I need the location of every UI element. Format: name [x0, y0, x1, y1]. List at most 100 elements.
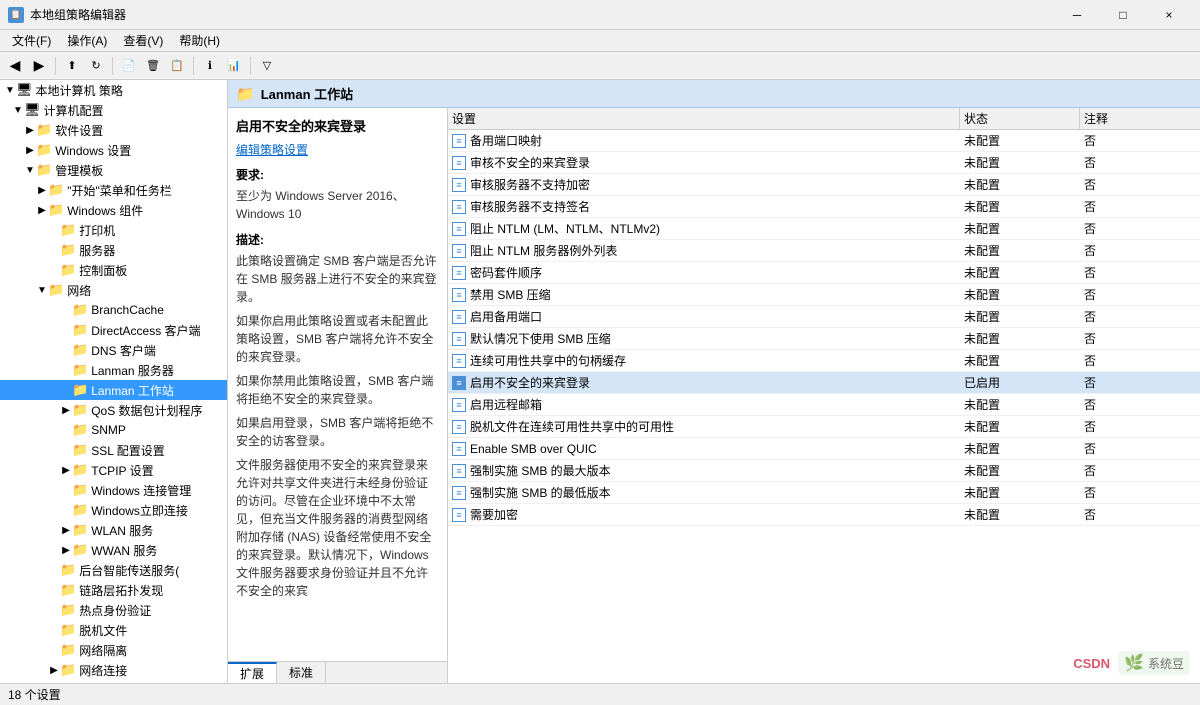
- tree-win-instant[interactable]: 📁 Windows立即连接: [0, 500, 227, 520]
- tree-link-layer[interactable]: 📁 链路层拓扑发现: [0, 580, 227, 600]
- row-3-name: ≡ 审核服务器不支持签名: [448, 198, 960, 215]
- main-container: ▼ 🖥 本地计算机 策略 ▼ 🖥 计算机配置 ▶ 📁 软件设置 ▶ 📁 Wind…: [0, 80, 1200, 705]
- tree-network-conn[interactable]: ▶ 📁 网络连接: [0, 660, 227, 680]
- title-bar-controls[interactable]: ─ □ ×: [1054, 0, 1192, 30]
- settings-row-14[interactable]: ≡ Enable SMB over QUIC 未配置 否: [448, 438, 1200, 460]
- desc-policy-link[interactable]: 编辑策略设置: [236, 143, 308, 157]
- tree-admin-templates[interactable]: ▼ 📁 管理模板: [0, 160, 227, 180]
- menu-help[interactable]: 帮助(H): [171, 30, 228, 51]
- tree-dns-label: DNS 客户端: [91, 342, 156, 359]
- settings-row-3[interactable]: ≡ 审核服务器不支持签名 未配置 否: [448, 196, 1200, 218]
- wcon-arrow: [60, 485, 72, 496]
- settings-row-17[interactable]: ≡ 需要加密 未配置 否: [448, 504, 1200, 526]
- tree-directaccess[interactable]: 📁 DirectAccess 客户端: [0, 320, 227, 340]
- tree-computer-config[interactable]: ▼ 🖥 计算机配置: [0, 100, 227, 120]
- tree-snmp-label: SNMP: [91, 423, 126, 437]
- row-1-note: 否: [1080, 154, 1200, 171]
- minimize-button[interactable]: ─: [1054, 0, 1100, 30]
- tree-hotspot[interactable]: 📁 热点身份验证: [0, 600, 227, 620]
- toolbar-btn-5[interactable]: 📋: [166, 55, 188, 77]
- col-header-status[interactable]: 状态: [960, 108, 1080, 129]
- row-2-icon: ≡: [452, 178, 466, 192]
- tree-snmp[interactable]: 📁 SNMP: [0, 420, 227, 440]
- tab-standard[interactable]: 标准: [277, 662, 326, 683]
- tree-offline[interactable]: 📁 脱机文件: [0, 620, 227, 640]
- menu-bar: 文件(F) 操作(A) 查看(V) 帮助(H): [0, 30, 1200, 52]
- tree-admin-label: 管理模板: [55, 162, 103, 179]
- settings-row-6[interactable]: ≡ 密码套件顺序 未配置 否: [448, 262, 1200, 284]
- tree-da-label: DirectAccess 客户端: [91, 322, 200, 339]
- tree-win-connection[interactable]: 📁 Windows 连接管理: [0, 480, 227, 500]
- watermark-csdn: CSDN: [1073, 656, 1110, 671]
- tree-windows-settings-label: Windows 设置: [55, 142, 131, 159]
- row-4-status: 未配置: [960, 220, 1080, 237]
- tree-wwan[interactable]: ▶ 📁 WWAN 服务: [0, 540, 227, 560]
- menu-view[interactable]: 查看(V): [115, 30, 171, 51]
- settings-row-15[interactable]: ≡ 强制实施 SMB 的最大版本 未配置 否: [448, 460, 1200, 482]
- refresh-button[interactable]: ↻: [85, 55, 107, 77]
- toolbar-separator-1: [55, 57, 56, 75]
- col-header-note[interactable]: 注释: [1080, 108, 1200, 129]
- maximize-button[interactable]: □: [1100, 0, 1146, 30]
- server-icon: 📁: [60, 242, 76, 258]
- tree-wlan[interactable]: ▶ 📁 WLAN 服务: [0, 520, 227, 540]
- settings-row-12[interactable]: ≡ 启用远程邮箱 未配置 否: [448, 394, 1200, 416]
- of-icon: 📁: [60, 622, 76, 638]
- settings-row-0[interactable]: ≡ 备用端口映射 未配置 否: [448, 130, 1200, 152]
- status-bar: 18 个设置: [0, 683, 1200, 705]
- tree-qos[interactable]: ▶ 📁 QoS 数据包计划程序: [0, 400, 227, 420]
- wc-icon: 📁: [48, 202, 64, 218]
- settings-row-5[interactable]: ≡ 阻止 NTLM 服务器例外列表 未配置 否: [448, 240, 1200, 262]
- settings-row-1[interactable]: ≡ 审核不安全的来宾登录 未配置 否: [448, 152, 1200, 174]
- tab-extended[interactable]: 扩展: [228, 662, 277, 683]
- settings-row-13[interactable]: ≡ 脱机文件在连续可用性共享中的可用性 未配置 否: [448, 416, 1200, 438]
- settings-row-10[interactable]: ≡ 连续可用性共享中的句柄缓存 未配置 否: [448, 350, 1200, 372]
- filter-button[interactable]: ▽: [256, 55, 278, 77]
- settings-row-2[interactable]: ≡ 审核服务器不支持加密 未配置 否: [448, 174, 1200, 196]
- tree-root[interactable]: ▼ 🖥 本地计算机 策略: [0, 80, 227, 100]
- settings-row-8[interactable]: ≡ 启用备用端口 未配置 否: [448, 306, 1200, 328]
- tree-control-panel[interactable]: 📁 控制面板: [0, 260, 227, 280]
- wlan-arrow: ▶: [60, 525, 72, 536]
- tree-tcpip[interactable]: ▶ 📁 TCPIP 设置: [0, 460, 227, 480]
- settings-row-9[interactable]: ≡ 默认情况下使用 SMB 压缩 未配置 否: [448, 328, 1200, 350]
- tree-network-isolation[interactable]: 📁 网络隔离: [0, 640, 227, 660]
- tree-dns[interactable]: 📁 DNS 客户端: [0, 340, 227, 360]
- up-button[interactable]: ⬆: [61, 55, 83, 77]
- close-button[interactable]: ×: [1146, 0, 1192, 30]
- row-5-status: 未配置: [960, 242, 1080, 259]
- tree-branchcache[interactable]: 📁 BranchCache: [0, 300, 227, 320]
- row-10-name: ≡ 连续可用性共享中的句柄缓存: [448, 352, 960, 369]
- tree-lanman-workstation[interactable]: 📁 Lanman 工作站: [0, 380, 227, 400]
- menu-action[interactable]: 操作(A): [59, 30, 115, 51]
- tree-windows-components[interactable]: ▶ 📁 Windows 组件: [0, 200, 227, 220]
- row-14-status: 未配置: [960, 440, 1080, 457]
- settings-row-4[interactable]: ≡ 阻止 NTLM (LM、NTLM、NTLMv2) 未配置 否: [448, 218, 1200, 240]
- tree-ssl-label: SSL 配置设置: [91, 442, 165, 459]
- settings-panel: 设置 状态 注释 ≡ 备用端口映射 未配置 否: [448, 108, 1200, 683]
- forward-button[interactable]: ▶: [28, 55, 50, 77]
- settings-row-16[interactable]: ≡ 强制实施 SMB 的最低版本 未配置 否: [448, 482, 1200, 504]
- tree-bg-intelligent[interactable]: 📁 后台智能传送服务(: [0, 560, 227, 580]
- tree-printer[interactable]: 📁 打印机: [0, 220, 227, 240]
- toolbar-btn-3[interactable]: 📄: [118, 55, 140, 77]
- toolbar-btn-6[interactable]: ℹ: [199, 55, 221, 77]
- row-14-note: 否: [1080, 440, 1200, 457]
- wcon-icon: 📁: [72, 482, 88, 498]
- computer-config-arrow: ▼: [12, 105, 24, 116]
- tree-ssl[interactable]: 📁 SSL 配置设置: [0, 440, 227, 460]
- settings-row-7[interactable]: ≡ 禁用 SMB 压缩 未配置 否: [448, 284, 1200, 306]
- col-header-name[interactable]: 设置: [448, 108, 960, 129]
- tree-start-menu[interactable]: ▶ 📁 "开始"菜单和任务栏: [0, 180, 227, 200]
- tree-server[interactable]: 📁 服务器: [0, 240, 227, 260]
- tree-software-settings[interactable]: ▶ 📁 软件设置: [0, 120, 227, 140]
- menu-file[interactable]: 文件(F): [4, 30, 59, 51]
- tree-network[interactable]: ▼ 📁 网络: [0, 280, 227, 300]
- back-button[interactable]: ◀: [4, 55, 26, 77]
- tree-lanman-server[interactable]: 📁 Lanman 服务器: [0, 360, 227, 380]
- tree-windows-settings[interactable]: ▶ 📁 Windows 设置: [0, 140, 227, 160]
- wwan-arrow: ▶: [60, 545, 72, 556]
- toolbar-btn-7[interactable]: 📊: [223, 55, 245, 77]
- toolbar-btn-4[interactable]: 🗑: [142, 55, 164, 77]
- settings-row-11[interactable]: ≡ 启用不安全的来宾登录 已启用 否: [448, 372, 1200, 394]
